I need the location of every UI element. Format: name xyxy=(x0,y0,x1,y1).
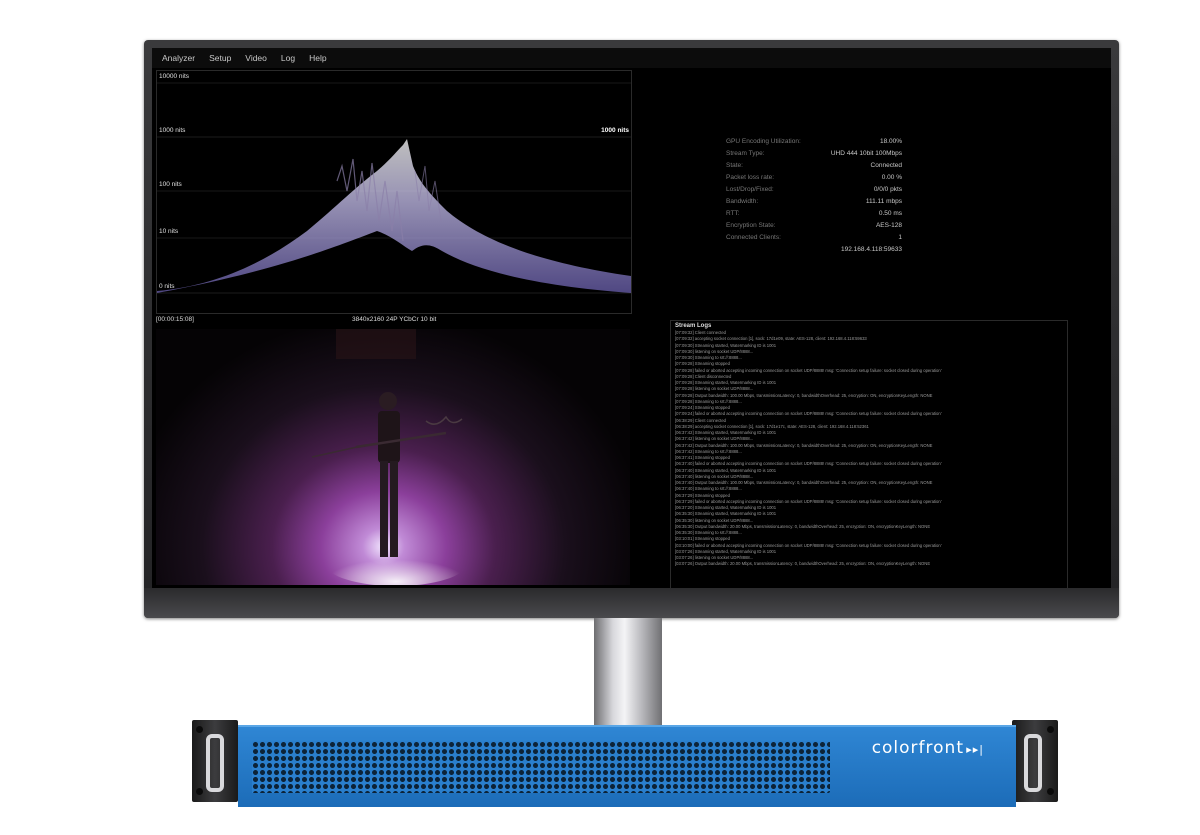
stat-row: Bandwidth: 111.11 mbps xyxy=(726,198,902,210)
brand-logo: colorfront xyxy=(871,738,964,758)
monitor-bezel xyxy=(144,588,1119,618)
waveform-scope: 10000 nits 1000 nits 100 nits 10 nits 0 … xyxy=(156,70,632,314)
stat-value: AES-128 xyxy=(875,222,902,229)
menu-setup[interactable]: Setup xyxy=(209,53,231,63)
stat-label: GPU Encoding Utilization: xyxy=(726,138,801,145)
stat-value: 18.00% xyxy=(879,138,902,145)
stat-label: Bandwidth: xyxy=(726,198,759,205)
rack-handle-left xyxy=(206,734,224,792)
brand-mark-icon: ▸▸| xyxy=(966,743,984,756)
scale-label-1000: 1000 nits xyxy=(159,127,186,134)
stat-value: 0/0/0 pkts xyxy=(873,186,902,193)
screen: Analyzer Setup Video Log Help 10000 nits… xyxy=(152,48,1111,588)
stat-value: 1 xyxy=(898,234,902,241)
stream-logs-panel[interactable]: Stream Logs [07:09:32] Client connected[… xyxy=(670,320,1068,588)
vent-grille-mask xyxy=(252,741,830,793)
menu-bar: Analyzer Setup Video Log Help xyxy=(152,48,1111,68)
video-format: 3840x2160 24P YCbCr 10 bit xyxy=(352,316,437,323)
stat-label: RTT: xyxy=(726,210,740,217)
stat-value: UHD 444 10bit 100Mbps xyxy=(830,150,902,157)
stat-label: Stream Type: xyxy=(726,150,765,157)
logs-title: Stream Logs xyxy=(675,323,712,329)
stat-row: Packet loss rate: 0.00 % xyxy=(726,174,902,186)
menu-video[interactable]: Video xyxy=(245,53,267,63)
stat-label: Connected Clients: xyxy=(726,234,781,241)
stat-row: Encryption State: AES-128 xyxy=(726,222,902,234)
menu-help[interactable]: Help xyxy=(309,53,326,63)
scale-label-0: 0 nits xyxy=(159,283,175,290)
stat-value: 0.50 ms xyxy=(878,210,902,217)
client-address: 192.168.4.118:59633 xyxy=(841,246,902,253)
stat-row: Connected Clients: 1 xyxy=(726,234,902,246)
menu-log[interactable]: Log xyxy=(281,53,295,63)
rack-unit: colorfront ▸▸| xyxy=(238,725,1016,807)
peak-label: 1000 nits xyxy=(601,127,629,134)
stat-row: Stream Type: UHD 444 10bit 100Mbps xyxy=(726,150,902,162)
stat-value: Connected xyxy=(870,162,902,169)
scale-label-10: 10 nits xyxy=(159,228,179,235)
stat-label: State: xyxy=(726,162,743,169)
stat-value: 111.11 mbps xyxy=(865,198,902,205)
stat-value: 0.00 % xyxy=(881,174,902,181)
stat-row: GPU Encoding Utilization: 18.00% xyxy=(726,138,902,150)
timecode: [00:00:15:08] xyxy=(156,316,194,323)
stat-label: Lost/Drop/Fixed: xyxy=(726,186,774,193)
menu-analyzer[interactable]: Analyzer xyxy=(162,53,195,63)
stat-row: 192.168.4.118:59633 xyxy=(726,246,902,258)
stat-row: Lost/Drop/Fixed: 0/0/0 pkts xyxy=(726,186,902,198)
log-line: [03:07:26] Output bandwidth: 20.00 Mbps,… xyxy=(675,561,931,567)
stat-label: Encryption State: xyxy=(726,222,776,229)
monitor: Analyzer Setup Video Log Help 10000 nits… xyxy=(144,40,1119,618)
stream-stats: GPU Encoding Utilization: 18.00% Stream … xyxy=(726,138,902,258)
scale-label-100: 100 nits xyxy=(159,181,182,188)
waveform-graph xyxy=(157,82,631,294)
monitor-stand xyxy=(594,618,662,726)
stat-row: RTT: 0.50 ms xyxy=(726,210,902,222)
stat-row: State: Connected xyxy=(726,162,902,174)
video-preview xyxy=(156,329,630,585)
log-list: [07:09:32] Client connected [07:09:32] ac… xyxy=(671,330,1067,568)
performer-image xyxy=(311,329,466,585)
stat-label: Packet loss rate: xyxy=(726,174,775,181)
scale-label-10000: 10000 nits xyxy=(159,73,189,80)
rack-handle-right xyxy=(1024,734,1042,792)
